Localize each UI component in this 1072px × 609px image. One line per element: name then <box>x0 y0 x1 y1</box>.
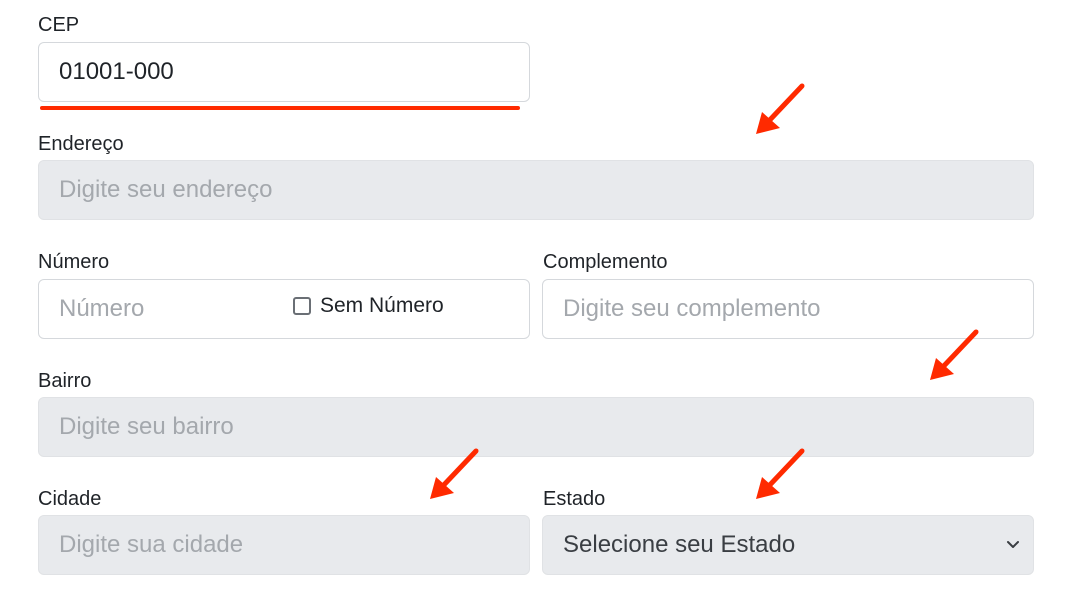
red-arrow-icon <box>930 329 979 380</box>
endereco-label: Endereço <box>38 133 124 155</box>
cidade-input[interactable]: Digite sua cidade <box>38 515 530 575</box>
numero-placeholder: Número <box>59 295 145 322</box>
bairro-input[interactable]: Digite seu bairro <box>38 397 1034 457</box>
address-form: CEP 01001-000 Endereço Digite seu endere… <box>0 0 1072 609</box>
cep-label: CEP <box>38 14 80 36</box>
numero-input[interactable]: Número <box>38 279 530 339</box>
estado-selected-value: Selecione seu Estado <box>563 531 796 558</box>
chevron-down-icon <box>1007 541 1019 548</box>
red-arrow-icon <box>756 448 805 499</box>
estado-label: Estado <box>543 488 606 510</box>
complemento-label: Complemento <box>543 251 668 273</box>
endereco-input[interactable]: Digite seu endereço <box>38 160 1034 220</box>
cidade-label: Cidade <box>38 488 102 510</box>
red-arrow-icon <box>430 448 479 499</box>
cep-input[interactable]: 01001-000 <box>38 42 530 102</box>
bairro-label: Bairro <box>38 370 92 392</box>
estado-select[interactable]: Selecione seu Estado <box>542 515 1034 575</box>
numero-label: Número <box>38 251 110 273</box>
cep-underline <box>40 106 520 110</box>
sem-numero-checkbox[interactable]: Sem Número <box>293 294 444 318</box>
red-arrow-icon <box>756 83 805 134</box>
checkbox-box[interactable] <box>293 297 311 315</box>
sem-numero-label: Sem Número <box>320 294 444 317</box>
